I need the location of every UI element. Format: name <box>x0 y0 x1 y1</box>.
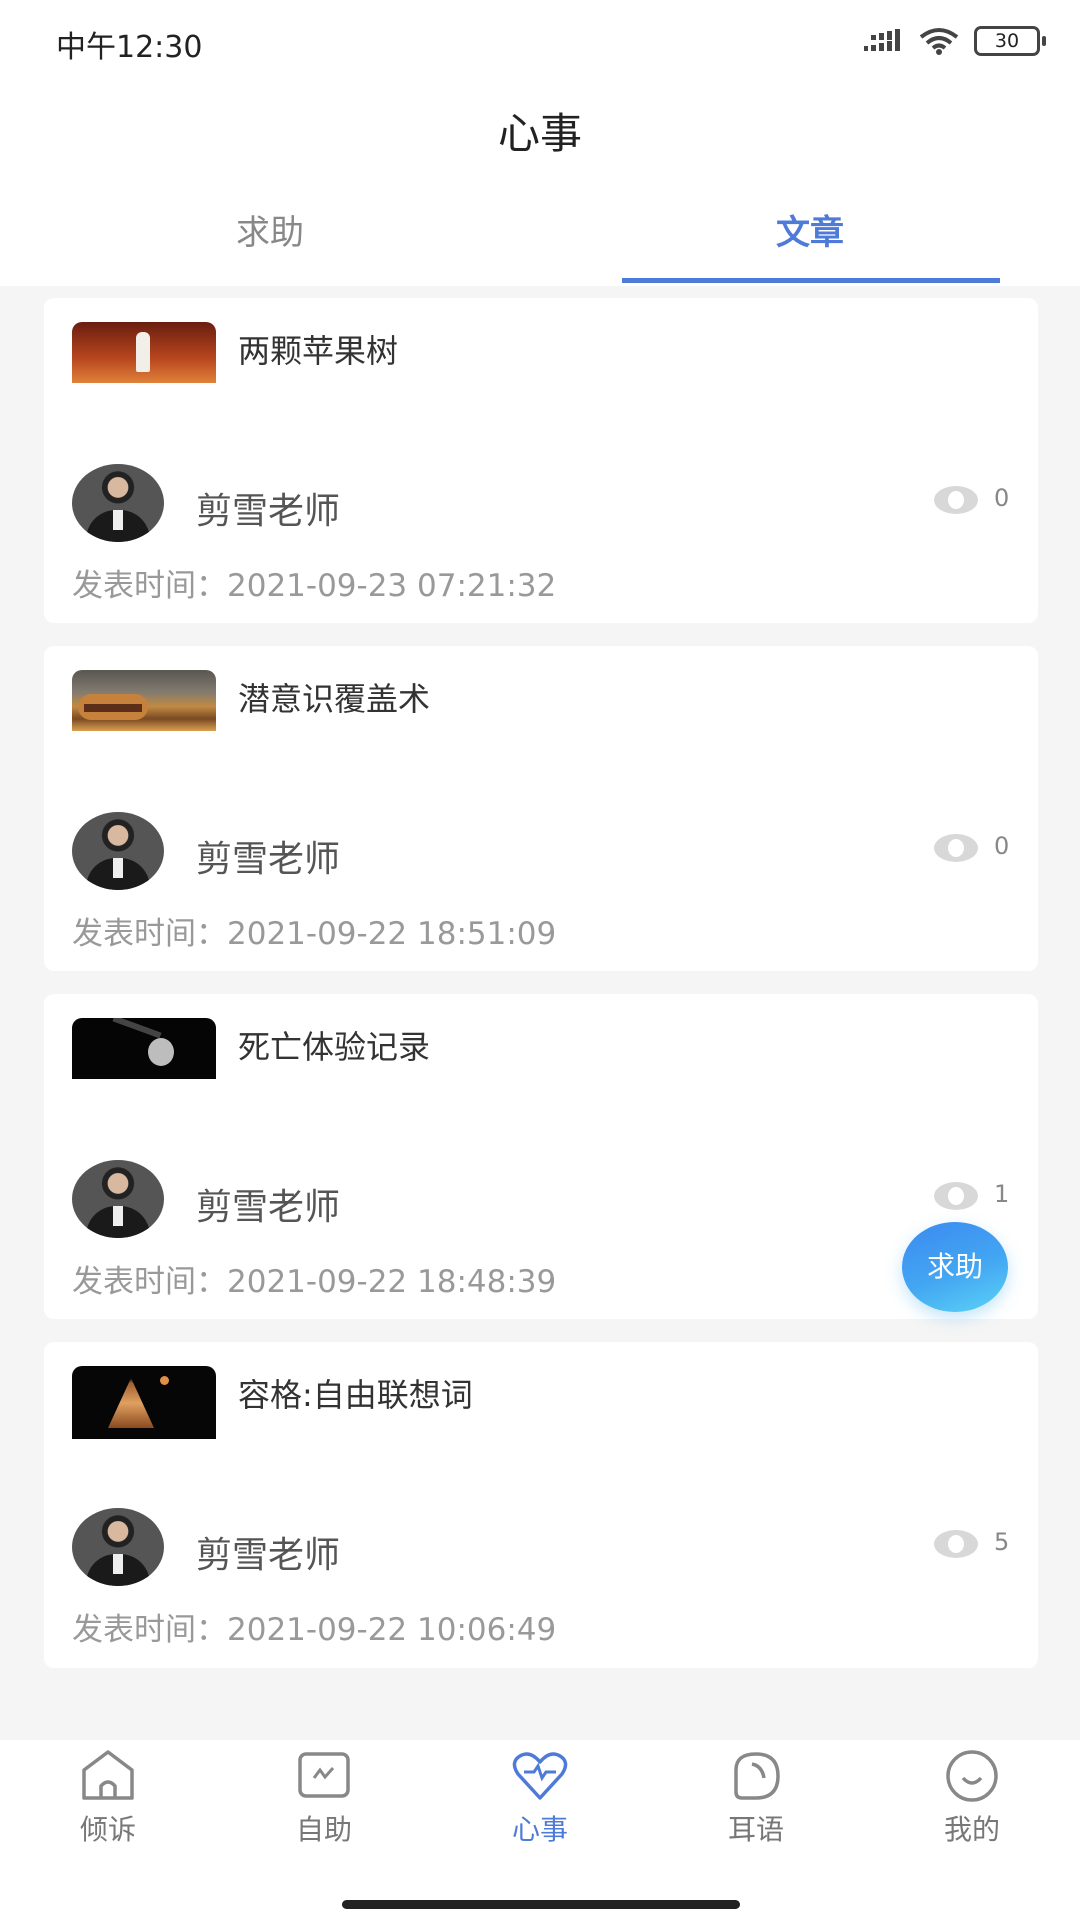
article-title[interactable]: 潜意识覆盖术 <box>238 674 430 720</box>
home-icon <box>82 1750 134 1800</box>
view-count: 0 <box>994 832 1010 860</box>
article-card[interactable]: 潜意识覆盖术 剪雪老师 0 发表时间：2021-09-22 18:51:09 <box>44 646 1038 971</box>
ear-icon <box>734 1752 780 1800</box>
article-card[interactable]: 两颗苹果树 剪雪老师 0 发表时间：2021-09-23 07:21:32 <box>44 298 1038 623</box>
status-icons: 30 <box>864 26 1046 56</box>
tab-help[interactable]: 求助 <box>0 205 540 254</box>
nav-label: 我的 <box>943 1813 1000 1846</box>
article-title[interactable]: 死亡体验记录 <box>238 1022 430 1068</box>
nav-label: 心事 <box>511 1813 568 1846</box>
article-card[interactable]: 容格:自由联想词 剪雪老师 5 发表时间：2021-09-22 10:06:49 <box>44 1342 1038 1668</box>
active-tab-indicator <box>622 278 1000 283</box>
publish-date: 发表时间：2021-09-22 18:48:39 <box>72 1264 557 1300</box>
nav-item-confide[interactable]: 倾诉 <box>0 1740 216 1860</box>
nav-item-thoughts[interactable]: 心事 <box>432 1740 648 1860</box>
page-title: 心事 <box>497 109 582 158</box>
battery-icon: 30 <box>974 26 1046 56</box>
view-count: 1 <box>994 1180 1010 1208</box>
view-count: 0 <box>994 484 1010 512</box>
author-name: 剪雪老师 <box>196 1187 341 1228</box>
author-avatar <box>72 1508 164 1586</box>
article-title[interactable]: 容格:自由联想词 <box>238 1370 473 1416</box>
article-title[interactable]: 两颗苹果树 <box>238 326 398 372</box>
nav-item-self-help[interactable]: 自助 <box>216 1740 432 1860</box>
article-card[interactable]: 死亡体验记录 剪雪老师 1 发表时间：2021-09-22 18:48:39 <box>44 994 1038 1319</box>
author-avatar <box>72 1160 164 1238</box>
wifi-icon <box>919 28 959 55</box>
nav-label: 耳语 <box>727 1813 784 1846</box>
nav-item-mine[interactable]: 我的 <box>864 1740 1080 1860</box>
eye-icon <box>934 486 978 514</box>
smile-icon <box>946 1750 998 1802</box>
nav-label: 自助 <box>295 1813 352 1846</box>
view-count: 5 <box>994 1528 1010 1556</box>
author-avatar <box>72 464 164 542</box>
author-name: 剪雪老师 <box>196 839 341 880</box>
publish-date: 发表时间：2021-09-22 10:06:49 <box>72 1612 557 1648</box>
battery-level: 30 <box>994 30 1020 52</box>
status-bar: 中午12:30 30 <box>0 0 1080 82</box>
eye-icon <box>934 834 978 862</box>
article-thumbnail <box>72 322 216 383</box>
status-time: 中午12:30 <box>56 30 203 65</box>
author-name: 剪雪老师 <box>196 1535 341 1576</box>
home-indicator[interactable] <box>342 1900 740 1909</box>
author-name: 剪雪老师 <box>196 491 341 532</box>
signal-icon <box>864 29 900 51</box>
publish-date: 发表时间：2021-09-23 07:21:32 <box>72 568 557 604</box>
eye-icon <box>934 1182 978 1210</box>
eye-icon <box>934 1530 978 1558</box>
nav-item-whisper[interactable]: 耳语 <box>648 1740 864 1860</box>
bottom-nav: 倾诉 自助 心事 耳语 我的 <box>0 1740 1080 1920</box>
heartbeat-icon <box>512 1752 568 1800</box>
tab-articles[interactable]: 文章 <box>540 205 1080 254</box>
article-thumbnail <box>72 1366 216 1439</box>
publish-date: 发表时间：2021-09-22 18:51:09 <box>72 916 557 952</box>
nav-label: 倾诉 <box>79 1813 136 1846</box>
article-thumbnail <box>72 1018 216 1079</box>
chart-icon <box>298 1752 350 1798</box>
author-avatar <box>72 812 164 890</box>
article-thumbnail <box>72 670 216 731</box>
help-fab-button[interactable]: 求助 <box>902 1222 1008 1312</box>
